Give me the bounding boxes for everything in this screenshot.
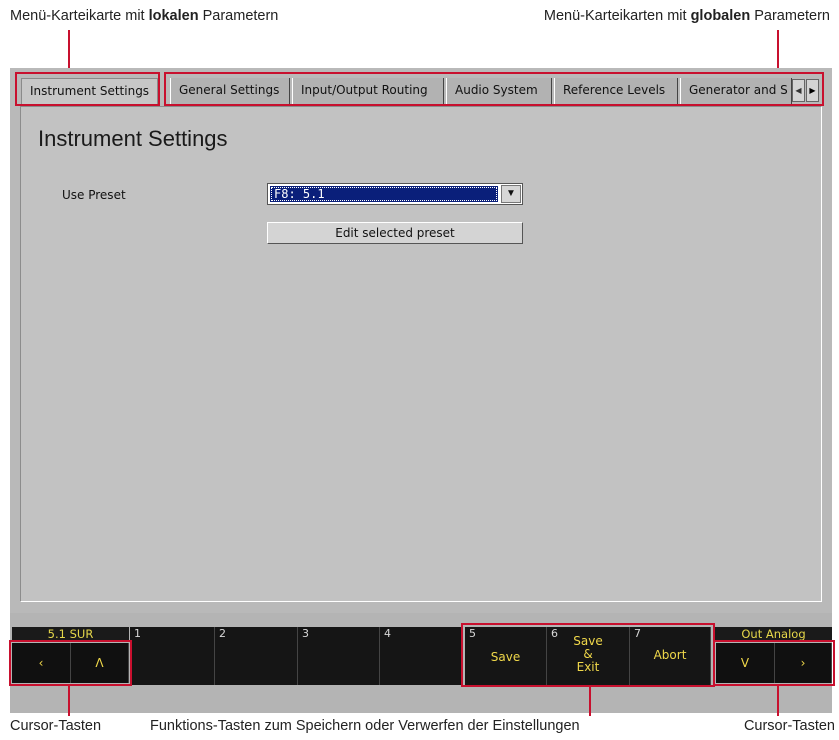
- highlight-global-tabs: [164, 72, 824, 106]
- highlight-cursor-keys-right: [713, 640, 835, 686]
- preset-select[interactable]: F8: 5.1 ▼: [267, 183, 523, 205]
- annotation-cursor-keys-left: Cursor-Tasten: [10, 718, 102, 734]
- annotation-function-keys: Funktions-Tasten zum Speichern oder Verw…: [150, 718, 580, 734]
- annotation-local-tab: Menü-Karteikarte mit lokalen Parametern: [10, 8, 279, 24]
- chevron-down-icon[interactable]: ▼: [501, 185, 521, 203]
- annotation-cursor-keys-right: Cursor-Tasten: [743, 718, 835, 734]
- use-preset-label: Use Preset: [62, 188, 126, 202]
- function-key-4[interactable]: 4: [380, 627, 462, 685]
- function-key-2[interactable]: 2: [215, 627, 298, 685]
- annotation-line-cursor-left: [68, 686, 70, 716]
- function-key-number: 4: [384, 627, 391, 640]
- highlight-function-keys: [461, 623, 715, 687]
- annotation-line-global: [777, 30, 779, 72]
- function-key-1[interactable]: 1: [130, 627, 215, 685]
- right-mode-label: Out Analog: [715, 627, 832, 641]
- function-key-number: 1: [134, 627, 141, 640]
- page-title: Instrument Settings: [38, 126, 228, 151]
- edit-selected-preset-button[interactable]: Edit selected preset: [267, 222, 523, 244]
- function-key-number: 2: [219, 627, 226, 640]
- highlight-cursor-keys-left: [9, 640, 132, 686]
- function-key-number: 3: [302, 627, 309, 640]
- function-key-3[interactable]: 3: [298, 627, 380, 685]
- annotation-global-tabs: Menü-Karteikarten mit globalen Parameter…: [543, 8, 830, 24]
- highlight-local-tab: [15, 72, 160, 106]
- annotation-line-function-keys: [589, 687, 591, 716]
- annotation-line-cursor-right: [777, 686, 779, 716]
- settings-panel: [20, 106, 822, 602]
- annotation-line-local: [68, 30, 70, 72]
- left-mode-label: 5.1 SUR: [12, 627, 129, 641]
- preset-selected-value: F8: 5.1: [270, 186, 498, 202]
